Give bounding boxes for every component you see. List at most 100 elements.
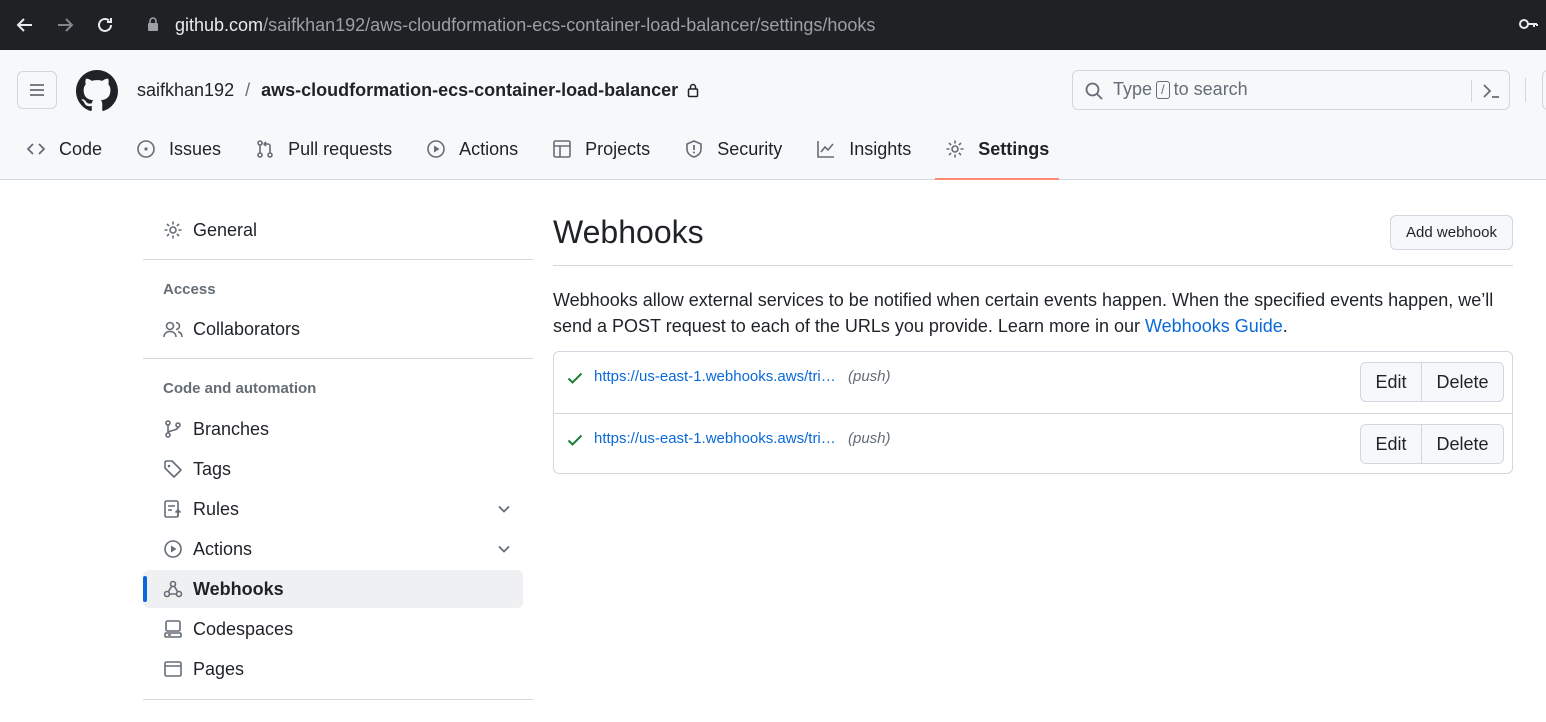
webhook-list: https://us-east-1.webhooks.aws/tri… (pus… (553, 351, 1513, 474)
repo-tabs: Code Issues Pull requests Actions Projec… (16, 128, 1073, 180)
search-divider (1471, 80, 1472, 102)
tab-code[interactable]: Code (16, 128, 112, 170)
sidebar-item-pages[interactable]: Pages (143, 650, 523, 688)
breadcrumb: saifkhan192 / aws-cloudformation-ecs-con… (137, 78, 700, 102)
delete-button[interactable]: Delete (1422, 425, 1503, 463)
page-title: Webhooks (553, 214, 704, 250)
description-text: Webhooks allow external services to be n… (553, 290, 1494, 336)
arrow-left-icon (16, 18, 32, 32)
tab-actions[interactable]: Actions (416, 128, 528, 170)
tab-label: Security (717, 138, 783, 159)
tab-label: Issues (169, 138, 222, 159)
sidebar-divider (143, 259, 533, 260)
edit-button[interactable]: Edit (1361, 363, 1422, 401)
repo-owner-link[interactable]: saifkhan192 (137, 78, 234, 102)
webhook-actions: Edit Delete (1360, 362, 1504, 402)
tab-issues[interactable]: Issues (126, 128, 231, 170)
pull-request-icon (257, 140, 273, 158)
address-bar[interactable]: github.com/saifkhan192/aws-cloudformatio… (175, 13, 875, 37)
site-lock-icon (148, 17, 158, 31)
sidebar-item-label: Codespaces (193, 618, 294, 639)
tab-settings[interactable]: Settings (935, 128, 1060, 180)
search-input[interactable]: Type / to search (1072, 70, 1510, 110)
forward-button[interactable] (50, 10, 80, 40)
title-divider (553, 265, 1513, 266)
codespaces-icon (164, 620, 182, 638)
sidebar-item-label: Webhooks (193, 578, 284, 599)
tab-label: Code (59, 138, 103, 159)
sidebar-item-collaborators[interactable]: Collaborators (143, 310, 523, 348)
search-icon (1085, 82, 1103, 100)
gear-icon (946, 140, 964, 158)
url-path: /saifkhan192/aws-cloudformation-ecs-cont… (263, 15, 876, 35)
branch-icon (165, 420, 181, 438)
shield-icon (686, 140, 702, 158)
browser-icon (164, 661, 182, 677)
tab-insights[interactable]: Insights (806, 128, 921, 170)
reload-button[interactable] (90, 10, 120, 40)
tab-projects[interactable]: Projects (542, 128, 660, 170)
sidebar-item-label: Rules (193, 498, 240, 519)
play-icon (164, 540, 182, 558)
sidebar-item-rules[interactable]: Rules (143, 490, 523, 528)
webhook-row: https://us-east-1.webhooks.aws/tri… (pus… (554, 352, 1512, 413)
sidebar-item-branches[interactable]: Branches (143, 410, 523, 448)
tag-icon (164, 460, 182, 478)
sidebar-heading-access: Access (163, 281, 216, 298)
chevron-down-icon[interactable] (495, 540, 513, 558)
sidebar-item-label: Collaborators (193, 318, 301, 339)
gear-icon (164, 221, 182, 239)
tab-label: Insights (849, 138, 912, 159)
delete-button[interactable]: Delete (1422, 363, 1503, 401)
sidebar-divider (143, 358, 533, 359)
key-icon[interactable] (1518, 14, 1538, 34)
code-icon (26, 143, 46, 155)
tab-pull-requests[interactable]: Pull requests (245, 128, 402, 170)
webhook-event: (push) (848, 368, 891, 385)
tab-security[interactable]: Security (674, 128, 792, 170)
webhooks-guide-link[interactable]: Webhooks Guide (1145, 316, 1283, 336)
sidebar-item-label: General (193, 219, 258, 240)
sidebar-item-label: Branches (193, 418, 270, 439)
webhook-url-link[interactable]: https://us-east-1.webhooks.aws/tri… (594, 430, 836, 447)
check-icon (567, 372, 583, 384)
rules-icon (164, 500, 182, 518)
tab-label: Projects (585, 138, 651, 159)
breadcrumb-separator: / (245, 80, 251, 100)
tab-label: Settings (978, 138, 1050, 159)
repo-header: saifkhan192 / aws-cloudformation-ecs-con… (0, 50, 1546, 180)
webhook-url-link[interactable]: https://us-east-1.webhooks.aws/tri… (594, 368, 836, 385)
add-webhook-button[interactable]: Add webhook (1390, 215, 1513, 250)
webhook-event: (push) (848, 430, 891, 447)
edit-button[interactable]: Edit (1361, 425, 1422, 463)
browser-toolbar: github.com/saifkhan192/aws-cloudformatio… (0, 0, 1546, 50)
sidebar-item-actions[interactable]: Actions (143, 530, 523, 568)
people-icon (163, 321, 183, 338)
sidebar-item-label: Actions (193, 538, 253, 559)
hamburger-icon (30, 84, 44, 96)
back-button[interactable] (10, 10, 40, 40)
chevron-down-icon[interactable] (495, 500, 513, 518)
search-shortcut-key: / (1156, 80, 1170, 99)
webhook-actions: Edit Delete (1360, 424, 1504, 464)
play-icon (427, 140, 445, 158)
repo-name-link[interactable]: aws-cloudformation-ecs-container-load-ba… (261, 78, 678, 102)
command-palette-icon[interactable] (1481, 81, 1501, 101)
sidebar-item-webhooks[interactable]: Webhooks (143, 570, 523, 608)
sidebar-item-general[interactable]: General (143, 211, 523, 249)
table-icon (553, 140, 571, 158)
sidebar-item-codespaces[interactable]: Codespaces (143, 610, 523, 648)
arrow-right-icon (58, 18, 74, 32)
github-logo-icon[interactable] (76, 70, 118, 112)
webhook-row: https://us-east-1.webhooks.aws/tri… (pus… (554, 413, 1512, 474)
graph-icon (817, 141, 835, 158)
header-divider (1525, 78, 1526, 102)
webhook-icon (163, 580, 183, 598)
sidebar-item-label: Tags (193, 458, 232, 479)
check-icon (567, 434, 583, 446)
menu-button[interactable] (17, 71, 57, 109)
reload-icon (98, 17, 112, 32)
sidebar-item-tags[interactable]: Tags (143, 450, 523, 488)
header-action-button[interactable] (1542, 70, 1546, 110)
description-end: . (1282, 316, 1288, 336)
